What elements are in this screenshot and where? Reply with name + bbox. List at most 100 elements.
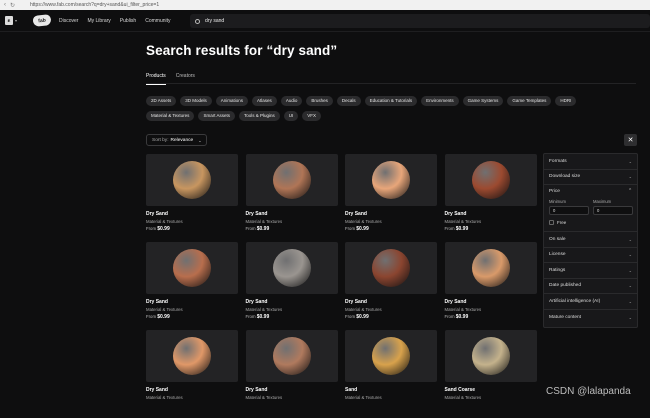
chevron-down-icon[interactable]: ▾: [15, 18, 17, 23]
price-value: $0.99: [356, 314, 369, 320]
search-bar[interactable]: [190, 14, 650, 28]
filter-row[interactable]: Date published ⌄: [544, 279, 637, 294]
product-thumbnail[interactable]: [345, 154, 437, 206]
fab-logo[interactable]: fab: [32, 14, 52, 27]
filter-row[interactable]: On sale ⌄: [544, 232, 637, 248]
product-price: From $0.99: [345, 314, 437, 320]
product-thumbnail[interactable]: [245, 154, 338, 206]
nav-community[interactable]: Community: [145, 18, 170, 24]
product-thumbnail[interactable]: [444, 242, 537, 294]
filter-row[interactable]: Mature content ⌄: [544, 310, 637, 326]
product-thumbnail[interactable]: [345, 242, 437, 294]
product-thumbnail[interactable]: [245, 330, 338, 382]
sort-dropdown[interactable]: Sort by: Relevance ⌄: [146, 134, 207, 146]
category-chip[interactable]: UI: [283, 111, 299, 121]
product-title[interactable]: Dry Sand: [146, 211, 238, 217]
filter-row[interactable]: License ⌄: [544, 248, 637, 263]
price-prefix: From: [245, 226, 256, 231]
product-thumbnail[interactable]: [146, 330, 238, 382]
material-sphere-preview: [372, 249, 410, 287]
category-chip[interactable]: VFX: [302, 111, 321, 121]
product-card[interactable]: Dry Sand Material & Textures: [245, 330, 338, 418]
product-category: Material & Textures: [444, 219, 482, 224]
product-card[interactable]: Dry Sand Material & Textures From $0.99: [245, 154, 338, 242]
minimum-price-input[interactable]: 0: [549, 206, 589, 215]
chevron-up-icon[interactable]: ⌃: [628, 189, 632, 194]
category-chip[interactable]: Animations: [215, 96, 249, 106]
price-prefix: From: [345, 314, 356, 319]
product-title[interactable]: Dry Sand: [345, 211, 437, 217]
category-chip[interactable]: Education & Tutorials: [364, 96, 418, 106]
epic-games-icon[interactable]: E: [5, 16, 13, 25]
filter-row[interactable]: Artificial intelligence (AI) ⌄: [544, 294, 637, 310]
product-title[interactable]: Sand: [345, 387, 437, 393]
category-chip[interactable]: Environments: [421, 96, 459, 106]
category-chip[interactable]: Game Systems: [462, 96, 504, 106]
product-card[interactable]: Dry Sand Material & Textures From $0.99: [146, 242, 238, 330]
free-checkbox[interactable]: [549, 220, 554, 225]
material-sphere-preview: [173, 337, 211, 375]
reload-icon[interactable]: ↻: [10, 2, 15, 9]
chevron-down-icon: ⌄: [628, 283, 632, 289]
product-category: Material & Textures: [345, 219, 382, 224]
product-card[interactable]: Dry Sand Material & Textures From $0.99: [245, 242, 338, 330]
nav-discover[interactable]: Discover: [59, 18, 78, 24]
back-icon[interactable]: ‹: [4, 2, 6, 9]
price-value: $0.99: [157, 314, 170, 320]
product-card[interactable]: Dry Sand Material & Textures From $0.99: [345, 154, 437, 242]
category-chip[interactable]: HDRI: [555, 96, 577, 106]
category-chip[interactable]: Material & Textures: [146, 111, 195, 121]
product-title[interactable]: Sand Coarse: [445, 387, 537, 393]
address-bar[interactable]: https://www.fab.com/search?q=dry+sand&ui…: [30, 2, 159, 8]
product-category: Material & Textures: [444, 307, 482, 312]
product-thumbnail[interactable]: [245, 242, 338, 294]
product-title[interactable]: Dry Sand: [445, 299, 537, 305]
category-chip[interactable]: 2D Assets: [146, 96, 177, 106]
category-chip[interactable]: Game Templates: [507, 96, 552, 106]
product-thumbnail[interactable]: [345, 330, 437, 382]
product-title[interactable]: Dry Sand: [246, 387, 338, 393]
category-chip[interactable]: Decals: [336, 96, 361, 106]
minimum-label: Minimum: [549, 199, 566, 204]
product-thumbnail[interactable]: [444, 330, 537, 382]
product-thumbnail[interactable]: [146, 154, 238, 206]
product-card[interactable]: Sand Coarse Material & Textures: [444, 330, 537, 418]
product-title[interactable]: Dry Sand: [146, 387, 238, 393]
product-thumbnail[interactable]: [444, 154, 537, 206]
category-chip[interactable]: Tools & Plugins: [238, 111, 280, 121]
product-card[interactable]: Dry Sand Material & Textures From $0.99: [345, 242, 437, 330]
product-card[interactable]: Dry Sand Material & Textures: [146, 330, 238, 418]
product-title[interactable]: Dry Sand: [345, 299, 437, 305]
nav-my-library[interactable]: My Library: [87, 18, 110, 24]
product-thumbnail[interactable]: [146, 242, 238, 294]
category-chip[interactable]: Brushes: [306, 96, 333, 106]
product-card[interactable]: Dry Sand Material & Textures From $0.99: [146, 154, 238, 242]
search-input[interactable]: [205, 18, 405, 24]
category-chip[interactable]: Smart Assets: [198, 111, 235, 121]
category-chip[interactable]: Atlases: [252, 96, 277, 106]
price-prefix: From: [146, 226, 157, 231]
close-filters-button[interactable]: ✕: [624, 134, 637, 146]
filter-row[interactable]: Ratings ⌄: [544, 263, 637, 279]
search-icon: [195, 18, 200, 24]
product-title[interactable]: Dry Sand: [246, 211, 338, 217]
product-category: Material & Textures: [345, 395, 382, 400]
product-title[interactable]: Dry Sand: [146, 299, 238, 305]
chevron-down-icon: ⌄: [628, 174, 632, 180]
filter-download-size[interactable]: Download size ⌄: [544, 170, 637, 185]
product-card[interactable]: Dry Sand Material & Textures From $0.99: [444, 242, 537, 330]
filter-formats[interactable]: Formats ⌄: [544, 154, 637, 170]
chevron-down-icon: ⌄: [628, 158, 632, 164]
product-category: Material & Textures: [245, 219, 283, 224]
product-category: Material & Textures: [345, 307, 382, 312]
product-card[interactable]: Dry Sand Material & Textures From $0.99: [444, 154, 537, 242]
filter-label[interactable]: Price: [549, 189, 560, 194]
category-chips: 2D Assets 3D Models Animations Atlases Audio…: [146, 96, 616, 121]
nav-publish[interactable]: Publish: [120, 18, 136, 24]
product-title[interactable]: Dry Sand: [445, 211, 537, 217]
product-title[interactable]: Dry Sand: [246, 299, 338, 305]
category-chip[interactable]: 3D Models: [180, 96, 212, 106]
maximum-price-input[interactable]: 0: [593, 206, 633, 215]
category-chip[interactable]: Audio: [280, 96, 303, 106]
product-card[interactable]: Sand Material & Textures: [345, 330, 437, 418]
